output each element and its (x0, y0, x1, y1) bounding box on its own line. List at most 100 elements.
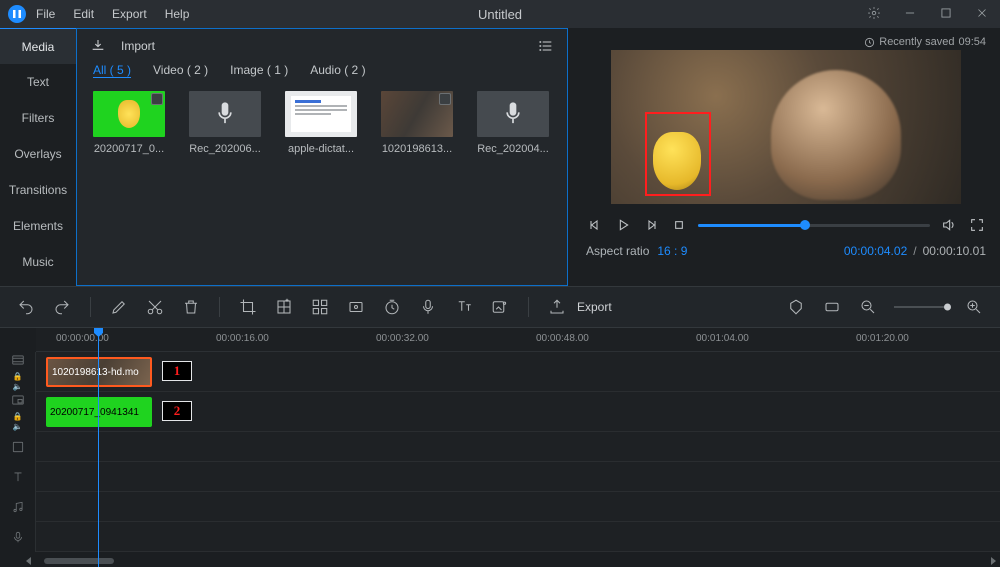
minimize-icon[interactable] (900, 6, 920, 23)
ruler-label: 00:00:48.00 (536, 333, 589, 344)
track-head-music[interactable] (0, 492, 36, 522)
menu-edit[interactable]: Edit (73, 7, 94, 21)
ruler-label: 00:00:32.00 (376, 333, 429, 344)
timeline-toolbar: Export (0, 286, 1000, 328)
next-frame-icon[interactable] (642, 216, 660, 234)
playback-controls (586, 216, 986, 234)
track-head-voice[interactable] (0, 522, 36, 552)
prev-frame-icon[interactable] (586, 216, 604, 234)
track-filter (0, 432, 1000, 462)
media-item[interactable]: 1020198613... (381, 91, 453, 155)
zoom-region-icon[interactable] (346, 297, 366, 317)
edit-icon[interactable] (109, 297, 129, 317)
time-current: 00:00:04.02 (844, 244, 907, 258)
menu-file[interactable]: File (36, 7, 55, 21)
stop-icon[interactable] (670, 216, 688, 234)
delete-icon[interactable] (181, 297, 201, 317)
filter-audio[interactable]: Audio ( 2 ) (310, 63, 365, 77)
media-panel: Import All ( 5 ) Video ( 2 ) Image ( 1 )… (76, 28, 568, 286)
text-to-speech-icon[interactable] (454, 297, 474, 317)
timeline-ruler[interactable]: 00:00:00.00 00:00:16.00 00:00:32.00 00:0… (36, 328, 1000, 352)
marker-icon[interactable] (786, 297, 806, 317)
saved-status: Recently saved 09:54 (586, 36, 986, 48)
close-icon[interactable] (972, 6, 992, 23)
media-item[interactable]: Rec_202004... (477, 91, 549, 155)
window-title: Untitled (478, 7, 522, 22)
track-head-filter[interactable] (0, 432, 36, 462)
filter-video[interactable]: Video ( 2 ) (153, 63, 208, 77)
time-total: 00:00:10.01 (923, 244, 986, 258)
media-item[interactable]: Rec_202006... (189, 91, 261, 155)
zoom-in-icon[interactable] (964, 297, 984, 317)
media-item-label: 1020198613... (381, 143, 453, 155)
settings-icon[interactable] (864, 6, 884, 23)
media-thumbnails: 20200717_0... Rec_202006... apple-dictat… (89, 91, 555, 155)
tab-filters[interactable]: Filters (0, 100, 76, 136)
tab-elements[interactable]: Elements (0, 208, 76, 244)
mosaic-icon[interactable] (274, 297, 294, 317)
zoom-slider[interactable] (894, 306, 948, 308)
redo-icon[interactable] (52, 297, 72, 317)
media-item-label: 20200717_0... (93, 143, 165, 155)
track-head-video[interactable]: 🔒🔈 (0, 352, 36, 392)
annotation-2: 2 (162, 401, 192, 421)
undo-icon[interactable] (16, 297, 36, 317)
track-text (0, 462, 1000, 492)
menu-export[interactable]: Export (112, 7, 147, 21)
aspect-label: Aspect ratio (586, 244, 649, 258)
clip-video-2[interactable]: 20200717_0941341 (46, 397, 152, 427)
track-video-1: 🔒🔈 1020198613-hd.mo 1 (0, 352, 1000, 392)
media-filter-row: All ( 5 ) Video ( 2 ) Image ( 1 ) Audio … (89, 63, 555, 77)
zoom-out-icon[interactable] (858, 297, 878, 317)
volume-icon[interactable] (940, 216, 958, 234)
duration-icon[interactable] (382, 297, 402, 317)
scroll-right-icon[interactable] (991, 557, 996, 565)
track-head-text[interactable] (0, 462, 36, 492)
media-item[interactable]: 20200717_0... (93, 91, 165, 155)
clip-video-1[interactable]: 1020198613-hd.mo (46, 357, 152, 387)
timeline-scrollbar[interactable] (36, 557, 986, 565)
time-separator: / (913, 244, 916, 258)
menu-help[interactable]: Help (165, 7, 190, 21)
fit-icon[interactable] (822, 297, 842, 317)
preview-pane: Recently saved 09:54 Aspect ratio 16 : 9… (568, 28, 1000, 286)
export-icon[interactable] (547, 297, 567, 317)
fullscreen-icon[interactable] (968, 216, 986, 234)
crop-icon[interactable] (238, 297, 258, 317)
import-label[interactable]: Import (121, 39, 155, 53)
grid-icon[interactable] (310, 297, 330, 317)
tab-overlays[interactable]: Overlays (0, 136, 76, 172)
cut-icon[interactable] (145, 297, 165, 317)
tab-media[interactable]: Media (0, 28, 76, 64)
import-icon[interactable] (89, 37, 107, 55)
media-item-label: Rec_202006... (189, 143, 261, 155)
ruler-label: 00:01:04.00 (696, 333, 749, 344)
voiceover-icon[interactable] (418, 297, 438, 317)
side-tabs: Media Text Filters Overlays Transitions … (0, 28, 76, 286)
track-video-2: 🔒🔈 20200717_0941341 2 (0, 392, 1000, 432)
tab-text[interactable]: Text (0, 64, 76, 100)
media-item[interactable]: apple-dictat... (285, 91, 357, 155)
scroll-left-icon[interactable] (26, 557, 31, 565)
play-icon[interactable] (614, 216, 632, 234)
green-screen-icon[interactable] (490, 297, 510, 317)
app-logo-icon (8, 5, 26, 23)
media-item-label: apple-dictat... (285, 143, 357, 155)
ruler-label: 00:01:20.00 (856, 333, 909, 344)
track-music (0, 492, 1000, 522)
timeline: 00:00:00.00 00:00:16.00 00:00:32.00 00:0… (0, 328, 1000, 567)
track-head-pip[interactable]: 🔒🔈 (0, 392, 36, 432)
export-button[interactable]: Export (577, 300, 612, 314)
media-item-label: Rec_202004... (477, 143, 549, 155)
filter-all[interactable]: All ( 5 ) (93, 63, 131, 77)
aspect-value[interactable]: 16 : 9 (657, 244, 687, 258)
preview-video[interactable] (611, 50, 961, 204)
tab-transitions[interactable]: Transitions (0, 172, 76, 208)
list-view-icon[interactable] (537, 37, 555, 55)
ruler-label: 00:00:16.00 (216, 333, 269, 344)
maximize-icon[interactable] (936, 6, 956, 23)
tab-music[interactable]: Music (0, 244, 76, 280)
preview-progress[interactable] (698, 224, 930, 227)
annotation-1: 1 (162, 361, 192, 381)
filter-image[interactable]: Image ( 1 ) (230, 63, 288, 77)
